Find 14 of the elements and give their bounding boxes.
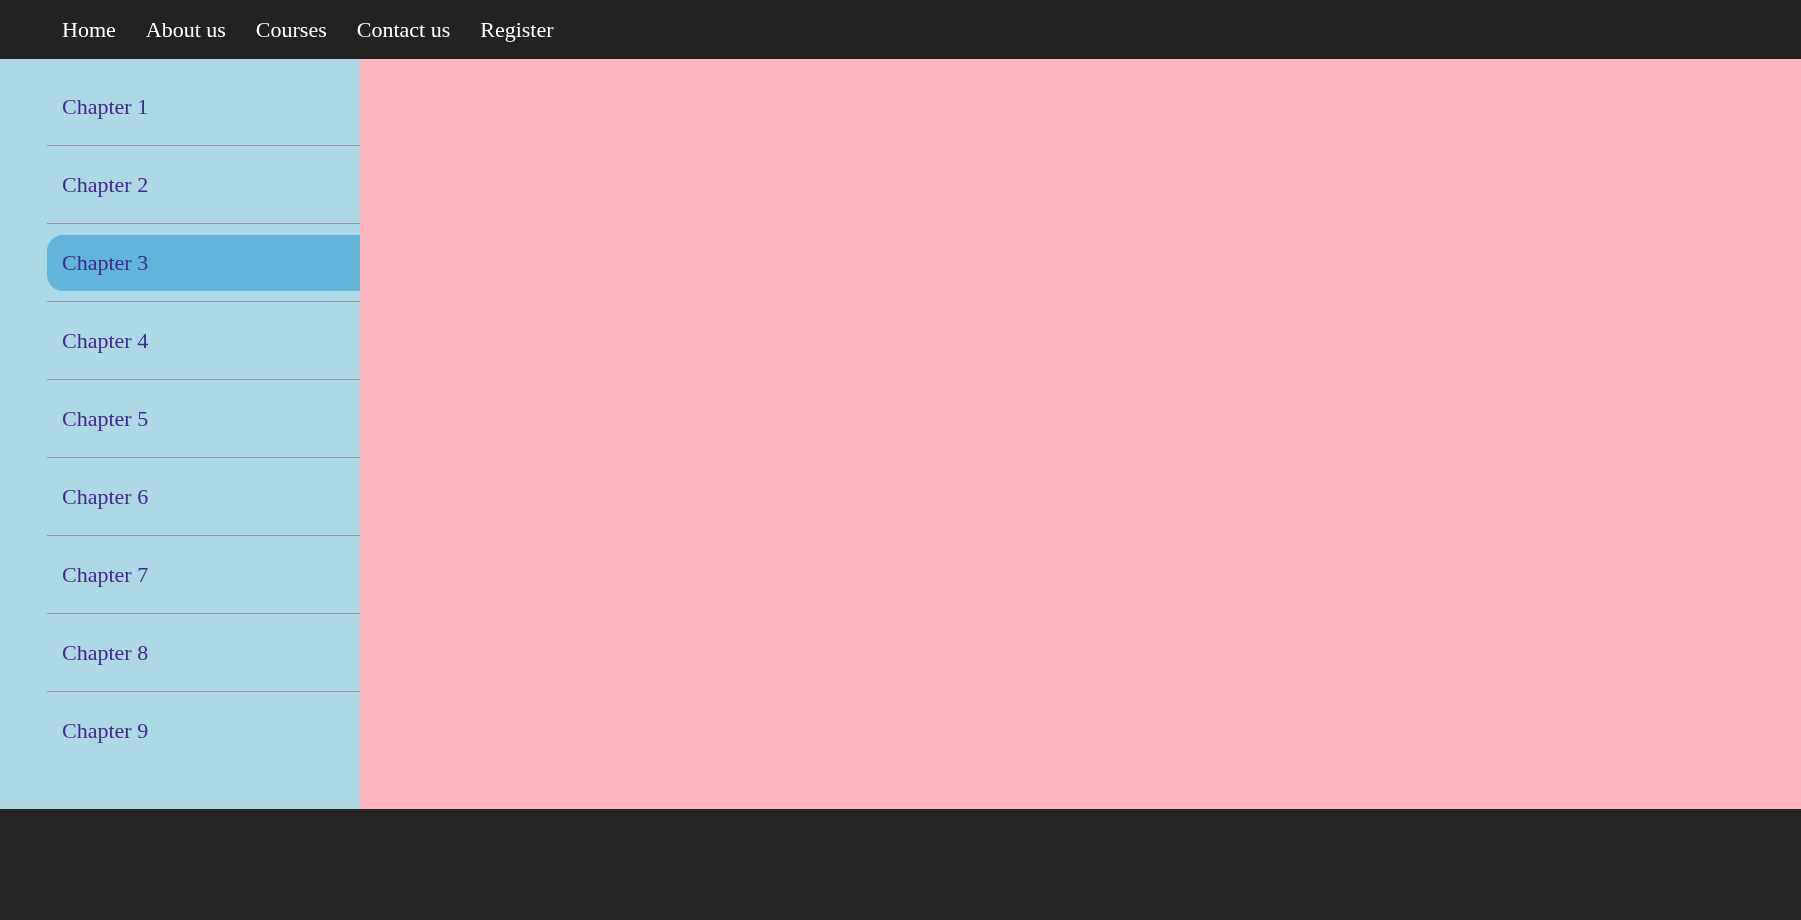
sidebar-item[interactable]: Chapter 8	[47, 624, 360, 681]
nav-link[interactable]: Courses	[255, 16, 327, 43]
nav-link[interactable]: About us	[145, 16, 226, 43]
nav-link[interactable]: Contact us	[356, 16, 451, 43]
sidebar-item[interactable]: Chapter 1	[47, 78, 360, 135]
sidebar-item[interactable]: Chapter 4	[47, 312, 360, 369]
sidebar-item[interactable]: Chapter 6	[47, 468, 360, 525]
sidebar-item[interactable]: Chapter 5	[47, 390, 360, 447]
sidebar-item[interactable]: Chapter 2	[47, 156, 360, 213]
nav-link[interactable]: Register	[480, 16, 554, 43]
sidebar-item[interactable]: Chapter 3	[47, 234, 360, 291]
sidebar-item[interactable]: Chapter 7	[47, 546, 360, 603]
nav-link[interactable]: Home	[62, 16, 116, 43]
sidebar-item[interactable]: Chapter 9	[47, 703, 360, 759]
